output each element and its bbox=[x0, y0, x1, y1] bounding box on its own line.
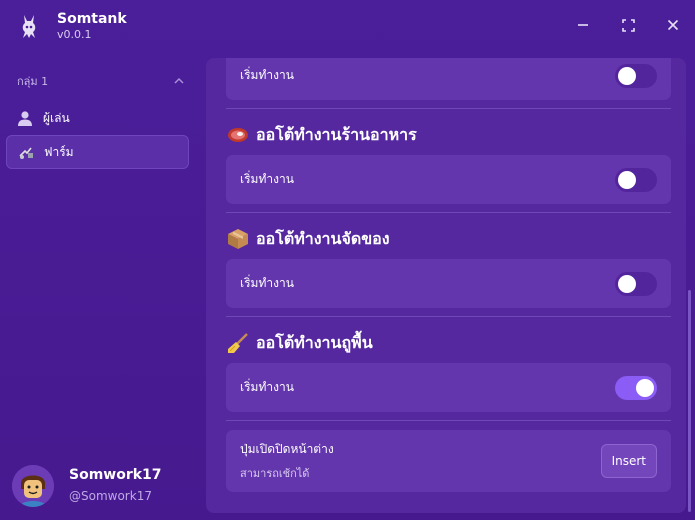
title-bar: Somtank v0.0.1 bbox=[0, 0, 695, 52]
sidebar-item-label: ผู้เล่น bbox=[43, 110, 70, 125]
app-version: v0.0.1 bbox=[57, 28, 92, 41]
keybind-text: ปุ่มเปิดปิดหน้าต่าง สามารถเช้กได้ bbox=[240, 440, 334, 482]
settings-row-packing: เริ่มทำงาน bbox=[226, 259, 671, 308]
sidebar-item-label: ฟาร์ม bbox=[44, 144, 74, 159]
app-window: Somtank v0.0.1 กลุ่ม 1 ผู้เล่น ฟาร์ม Som… bbox=[0, 0, 695, 520]
app-logo-icon bbox=[16, 12, 42, 40]
divider bbox=[226, 212, 671, 213]
row-label: เริ่มทำงาน bbox=[240, 276, 294, 290]
settings-row-mopping: เริ่มทำงาน bbox=[226, 363, 671, 412]
sidebar-group-header[interactable]: กลุ่ม 1 bbox=[17, 72, 185, 90]
keybind-row: ปุ่มเปิดปิดหน้าต่าง สามารถเช้กได้ Insert bbox=[226, 430, 671, 492]
maximize-button[interactable] bbox=[617, 14, 639, 36]
section-title-restaurant: ออโต้ทำงานร้านอาหาร bbox=[226, 122, 417, 148]
chevron-up-icon bbox=[174, 77, 184, 84]
package-icon bbox=[226, 227, 250, 251]
user-profile: Somwork17 @Somwork17 bbox=[12, 462, 192, 508]
toggle-switch[interactable] bbox=[615, 63, 657, 88]
minimize-icon bbox=[578, 24, 588, 26]
divider bbox=[226, 108, 671, 109]
avatar bbox=[12, 465, 54, 507]
row-label: เริ่มทำงาน bbox=[240, 172, 294, 186]
close-button[interactable] bbox=[662, 14, 684, 36]
keybind-subtitle: สามารถเช้กได้ bbox=[240, 467, 310, 480]
broom-icon bbox=[226, 331, 250, 355]
section-title-mopping: ออโต้ทำงานถูพื้น bbox=[226, 330, 373, 356]
farm-icon bbox=[17, 143, 35, 161]
toggle-switch[interactable] bbox=[615, 375, 657, 400]
sidebar-group-label: กลุ่ม 1 bbox=[17, 75, 49, 88]
user-icon bbox=[16, 109, 34, 127]
section-title-text: ออโต้ทำงานจัดของ bbox=[256, 228, 390, 248]
section-title-text: ออโต้ทำงานถูพื้น bbox=[256, 332, 373, 352]
section-title-text: ออโต้ทำงานร้านอาหาร bbox=[256, 124, 417, 144]
sidebar-item-farm[interactable]: ฟาร์ม bbox=[6, 135, 189, 169]
scrollbar[interactable] bbox=[688, 290, 691, 512]
row-label: เริ่มทำงาน bbox=[240, 68, 294, 82]
profile-name: Somwork17 bbox=[69, 467, 162, 483]
main-panel: เริ่มทำงาน ออโต้ทำงานร้านอาหาร เริ่มทำงา… bbox=[206, 58, 686, 513]
toggle-switch[interactable] bbox=[615, 271, 657, 296]
steak-icon bbox=[226, 123, 250, 147]
section-title-packing: ออโต้ทำงานจัดของ bbox=[226, 226, 390, 252]
maximize-icon bbox=[621, 18, 635, 32]
app-title: Somtank bbox=[57, 11, 127, 27]
divider bbox=[226, 316, 671, 317]
profile-handle: @Somwork17 bbox=[69, 489, 152, 503]
keybind-button[interactable]: Insert bbox=[600, 444, 657, 478]
minimize-button[interactable] bbox=[572, 14, 594, 36]
row-label: เริ่มทำงาน bbox=[240, 380, 294, 394]
close-icon bbox=[667, 19, 679, 31]
keybind-title: ปุ่มเปิดปิดหน้าต่าง bbox=[240, 442, 334, 456]
settings-row-top: เริ่มทำงาน bbox=[226, 58, 671, 100]
sidebar-item-players[interactable]: ผู้เล่น bbox=[6, 101, 189, 135]
divider bbox=[226, 420, 671, 421]
toggle-switch[interactable] bbox=[615, 167, 657, 192]
sidebar: กลุ่ม 1 ผู้เล่น ฟาร์ม Somwork17 @Somwork… bbox=[0, 52, 200, 520]
settings-row-restaurant: เริ่มทำงาน bbox=[226, 155, 671, 204]
